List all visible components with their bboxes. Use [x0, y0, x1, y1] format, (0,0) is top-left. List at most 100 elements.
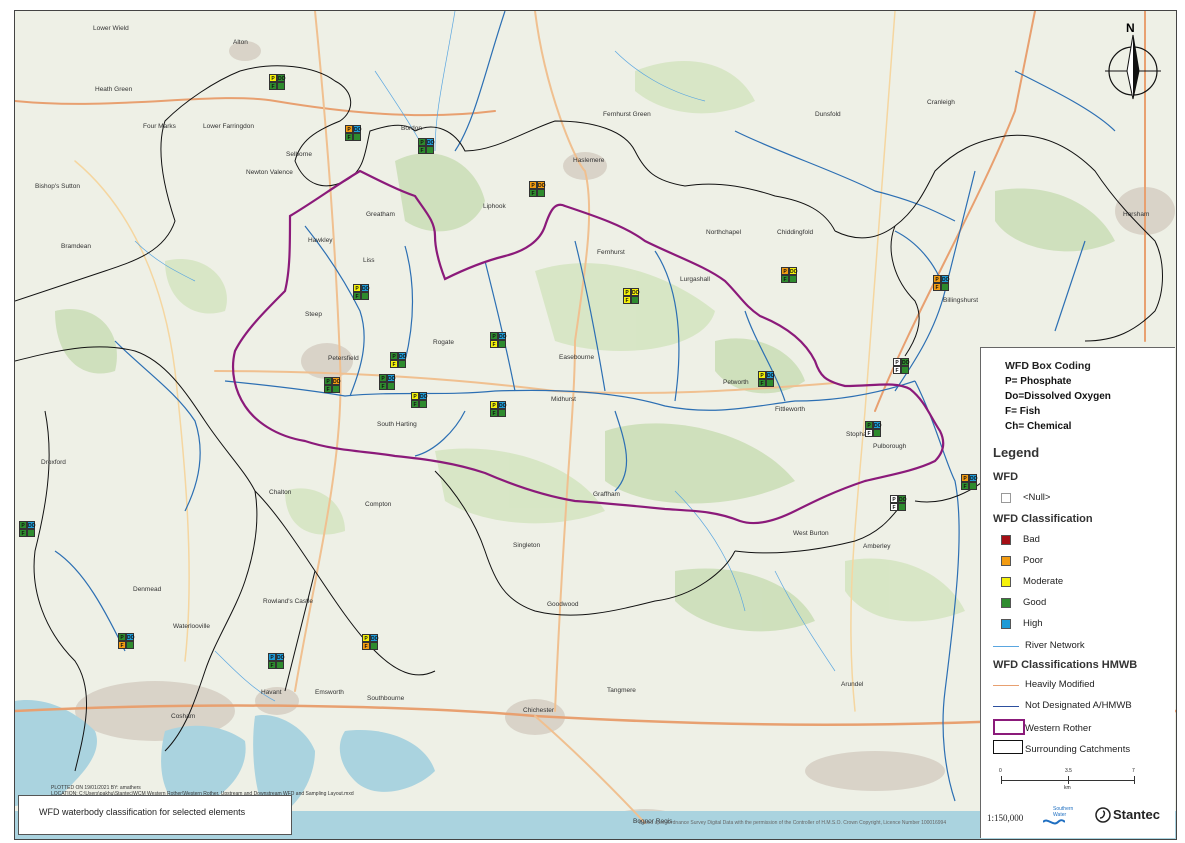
legend-title: Legend [993, 445, 1040, 460]
phosphate-cell: P [865, 421, 873, 429]
oxygen-cell: DO [27, 521, 36, 529]
wfd-box[interactable]: P DO F [781, 267, 798, 283]
place-label: Liphook [483, 203, 506, 210]
place-label: Greatham [366, 211, 395, 218]
wfd-box[interactable]: P DO F [893, 358, 910, 374]
fish-cell: F [865, 429, 873, 437]
wfd-box[interactable]: P DO F [118, 633, 135, 649]
chemical-cell [426, 146, 434, 154]
wfd-box[interactable]: P DO F [890, 495, 907, 511]
chemical-cell [353, 133, 361, 141]
surrounding-swatch [993, 740, 1023, 754]
box-coding-title: WFD Box Coding [1005, 360, 1091, 372]
class-swatch [1001, 535, 1011, 545]
place-label: Fernhurst [597, 249, 625, 256]
western-rother-label: Western Rother [1025, 723, 1092, 734]
class-swatch [1001, 598, 1011, 608]
oxygen-cell: DO [631, 288, 640, 296]
chemical-cell [537, 189, 545, 197]
wfd-box[interactable]: P DO F [758, 371, 775, 387]
place-label: Amberley [863, 543, 891, 550]
heavily-modified-swatch [993, 685, 1019, 686]
place-label: Droxford [41, 459, 66, 466]
fish-cell: F [933, 283, 941, 291]
code-line-fish: F= Fish [1005, 406, 1041, 417]
place-label: Cranleigh [927, 99, 955, 106]
phosphate-cell: P [324, 377, 332, 385]
fish-cell: F [268, 661, 276, 669]
wfd-box[interactable]: P DO F [961, 474, 978, 490]
place-label: Dunsfold [815, 111, 841, 118]
phosphate-cell: P [961, 474, 969, 482]
place-label: Chiddingfold [777, 229, 814, 236]
oxygen-cell: DO [361, 284, 370, 292]
phosphate-cell: P [118, 633, 126, 641]
chemical-cell [126, 641, 134, 649]
wfd-box[interactable]: P DO F [362, 634, 379, 650]
wfd-box[interactable]: P DO F [623, 288, 640, 304]
chemical-cell [27, 529, 35, 537]
place-label: Petworth [723, 379, 749, 386]
oxygen-cell: DO [766, 371, 775, 379]
wfd-box[interactable]: P DO F [345, 125, 362, 141]
wfd-box[interactable]: P DO F [418, 138, 435, 154]
code-line-chemical: Ch= Chemical [1005, 421, 1072, 432]
river-network-label: River Network [1025, 640, 1085, 651]
place-label: Selborne [286, 151, 313, 158]
fish-cell: F [353, 292, 361, 300]
chemical-cell [898, 503, 906, 511]
scale-tick-mid: 3.5 [1065, 768, 1072, 774]
wfd-box[interactable]: P DO F [490, 332, 507, 348]
phosphate-cell: P [933, 275, 941, 283]
fish-cell: F [19, 529, 27, 537]
place-label: Denmead [133, 586, 162, 593]
wfd-box[interactable]: P DO F [324, 377, 341, 393]
oxygen-cell: DO [537, 181, 546, 189]
wfd-box[interactable]: P DO F [268, 653, 285, 669]
place-label: West Burton [793, 530, 829, 537]
oxygen-cell: DO [276, 653, 285, 661]
phosphate-cell: P [345, 125, 353, 133]
place-label: Heath Green [95, 86, 133, 93]
phosphate-cell: P [362, 634, 370, 642]
wfd-box[interactable]: P DO F [379, 374, 396, 390]
wfd-box[interactable]: P DO F [390, 352, 407, 368]
place-label: Petersfield [328, 355, 359, 362]
phosphate-cell: P [390, 352, 398, 360]
oxygen-cell: DO [898, 495, 907, 503]
wfd-box[interactable]: P DO F [490, 401, 507, 417]
class-label: Poor [1023, 555, 1044, 566]
wfd-box[interactable]: P DO F [529, 181, 546, 197]
place-label: Graffham [593, 491, 620, 498]
chemical-cell [370, 642, 378, 650]
code-line-phosphate: P= Phosphate [1005, 376, 1072, 387]
wfd-box[interactable]: P DO F [411, 392, 428, 408]
phosphate-cell: P [623, 288, 631, 296]
stantec-mark-icon [1095, 807, 1111, 823]
place-label: Singleton [513, 542, 541, 549]
southern-water-label: Southern Water [1053, 806, 1074, 818]
chemical-cell [361, 292, 369, 300]
north-arrow: N [1100, 21, 1166, 103]
chemical-cell [419, 400, 427, 408]
fish-cell: F [418, 146, 426, 154]
chemical-cell [398, 360, 406, 368]
phosphate-cell: P [379, 374, 387, 382]
wfd-box[interactable]: P DO F [19, 521, 36, 537]
fish-cell: F [758, 379, 766, 387]
place-label: Billingshurst [943, 297, 979, 304]
class-swatch [1001, 577, 1011, 587]
oxygen-cell: DO [498, 332, 507, 340]
scale-tick-end: 7 [1132, 768, 1135, 774]
wfd-box[interactable]: P DO F [269, 74, 286, 90]
fish-cell: F [623, 296, 631, 304]
oxygen-cell: DO [387, 374, 396, 382]
place-label: Bramdean [61, 243, 91, 250]
wfd-box[interactable]: P DO F [933, 275, 950, 291]
place-label: Fittleworth [775, 406, 805, 413]
chemical-cell [276, 661, 284, 669]
phosphate-cell: P [353, 284, 361, 292]
oxygen-cell: DO [370, 634, 379, 642]
wfd-box[interactable]: P DO F [865, 421, 882, 437]
wfd-box[interactable]: P DO F [353, 284, 370, 300]
